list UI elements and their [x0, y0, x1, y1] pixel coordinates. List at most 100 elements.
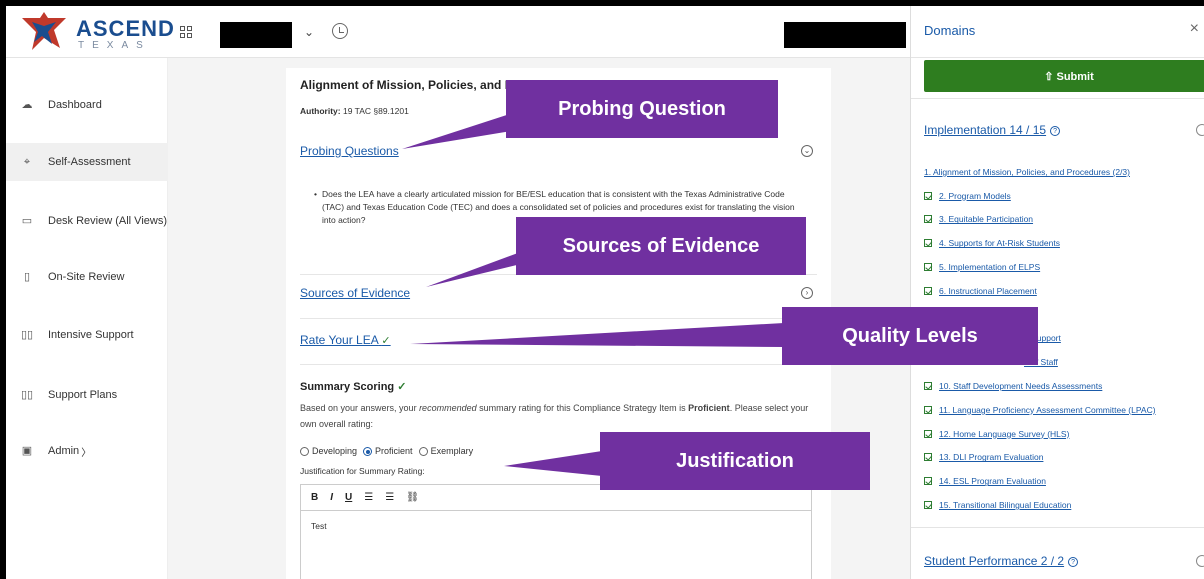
checkbox-icon [924, 263, 932, 272]
chevron-right-circle-icon[interactable]: › [801, 287, 813, 299]
domain-label: 5. Implementation of ELPS [939, 262, 1041, 273]
sidebar-item-dashboard[interactable]: ☁ Dashboard [6, 86, 168, 124]
domain-item[interactable]: 2. Program Models [924, 184, 1204, 208]
panel-header: Domains × [911, 6, 1204, 58]
section-implementation-link[interactable]: Implementation 14 / 15? [924, 123, 1061, 137]
domain-item[interactable]: 12. Home Language Survey (HLS) [924, 422, 1204, 446]
radio-label: Proficient [375, 446, 413, 456]
radio-exemplary[interactable]: Exemplary [418, 446, 474, 457]
expand-circle-icon[interactable] [1196, 555, 1204, 567]
clipboard-icon: ▯ [23, 271, 31, 283]
divider [300, 318, 817, 319]
checkbox-icon [924, 477, 932, 486]
domain-label: 13. DLI Program Evaluation [939, 452, 1044, 463]
sidebar-item-on-site-review[interactable]: ▯ On-Site Review [6, 258, 168, 296]
domain-item[interactable]: 3. Equitable Participation [924, 208, 1204, 232]
domain-item[interactable]: 14. ESL Program Evaluation [924, 469, 1204, 493]
rating-radio-group: Developing Proficient Exemplary [300, 446, 474, 457]
chevron-right-icon: 〉 [81, 447, 92, 459]
expand-circle-icon[interactable] [1196, 124, 1204, 136]
domain-label: 2. Program Models [939, 190, 1011, 201]
book-icon: ▯▯ [20, 329, 34, 341]
check-icon: ✓ [381, 335, 391, 347]
sidebar-item-intensive-support[interactable]: ▯▯ Intensive Support [6, 316, 168, 354]
sidebar: ☁ Dashboard ⌖ Self-Assessment ▭ Desk Rev… [6, 58, 168, 579]
callout-quality-levels: Quality Levels [782, 307, 1038, 365]
domain-item[interactable]: 13. DLI Program Evaluation [924, 446, 1204, 470]
sidebar-item-support-plans[interactable]: ▯▯ Support Plans [6, 376, 168, 414]
sidebar-item-label: Intensive Support [48, 329, 134, 341]
ascend-texas-logo[interactable]: ASCEND TEXAS [18, 12, 174, 52]
sidebar-item-desk-review[interactable]: ▭ Desk Review (All Views) [6, 202, 168, 240]
close-icon[interactable]: × [1190, 20, 1199, 38]
summary-text-emphasis: recommended [419, 403, 477, 413]
bold-button[interactable]: B [311, 492, 318, 503]
domain-label: 3. Equitable Participation [939, 214, 1034, 225]
radio-label: Developing [312, 446, 358, 456]
probing-questions-link[interactable]: Probing Questions [300, 144, 399, 158]
authority-label: Authority: [300, 106, 341, 116]
help-icon[interactable]: ? [1068, 556, 1079, 567]
italic-button[interactable]: I [330, 492, 333, 503]
domain-item[interactable]: 15. Transitional Bilingual Education [924, 493, 1204, 517]
domain-item[interactable]: 10. Staff Development Needs Assessments [924, 374, 1204, 398]
section-student-performance-link[interactable]: Student Performance 2 / 2? [924, 554, 1079, 568]
summary-title-text: Summary Scoring [300, 381, 395, 393]
top-bar: ASCEND TEXAS ⌄ [6, 6, 910, 58]
radio-label: Exemplary [430, 446, 474, 456]
checkbox-icon [924, 382, 932, 391]
summary-scoring-title: Summary Scoring ✓ [300, 380, 406, 393]
domain-item[interactable]: 4. Supports for At-Risk Students [924, 231, 1204, 255]
app-grid-icon[interactable] [180, 26, 192, 38]
logo-title: ASCEND [76, 16, 175, 41]
sidebar-item-label: Support Plans [48, 389, 118, 401]
chevron-down-icon[interactable]: ⌄ [304, 25, 314, 39]
monitor-icon: ▭ [21, 215, 33, 227]
clock-icon[interactable] [332, 23, 348, 39]
texas-star-icon [22, 12, 66, 50]
justification-editor[interactable]: B I U ☰ ☰ ⛓ Test [300, 484, 812, 579]
callout-sources-of-evidence: Sources of Evidence [516, 217, 806, 275]
authority-line: Authority: 19 TAC §89.1201 [300, 106, 409, 116]
domain-label: 1. Alignment of Mission, Policies, and P… [924, 166, 1130, 177]
domain-label: 14. ESL Program Evaluation [939, 476, 1046, 487]
checkbox-icon [924, 215, 932, 224]
divider [911, 98, 1204, 99]
redacted-selector[interactable] [220, 22, 292, 48]
domain-item[interactable]: 5. Implementation of ELPS [924, 255, 1204, 279]
authority-value: 19 TAC §89.1201 [342, 106, 409, 116]
checkbox-icon [924, 191, 932, 200]
rate-your-lea-link[interactable]: Rate Your LEA ✓ [300, 333, 391, 347]
radio-circle-selected[interactable] [363, 447, 373, 457]
justification-label: Justification for Summary Rating: [300, 466, 425, 476]
radio-circle[interactable] [418, 447, 428, 457]
cloud-icon: ☁ [21, 99, 33, 111]
callout-probing-question: Probing Question [506, 80, 778, 138]
underline-button[interactable]: U [345, 492, 352, 503]
ordered-list-button[interactable]: ☰ [364, 492, 373, 503]
editor-content[interactable]: Test [301, 511, 811, 541]
section-label: Student Performance 2 / 2 [924, 554, 1065, 568]
sidebar-item-label: Admin [48, 445, 80, 457]
summary-text-part: summary rating for this Compliance Strat… [476, 403, 689, 413]
sources-of-evidence-link[interactable]: Sources of Evidence [300, 286, 410, 300]
radio-proficient[interactable]: Proficient [363, 446, 413, 457]
link-button[interactable]: ⛓ [406, 492, 419, 503]
domain-item[interactable]: 11. Language Proficiency Assessment Comm… [924, 398, 1204, 422]
bullet-list-button[interactable]: ☰ [385, 492, 394, 503]
domain-item[interactable]: 6. Instructional Placement [924, 279, 1204, 303]
domain-item[interactable]: 1. Alignment of Mission, Policies, and P… [924, 160, 1204, 184]
sidebar-item-self-assessment[interactable]: ⌖ Self-Assessment [6, 143, 168, 181]
help-icon[interactable]: ? [1050, 125, 1061, 136]
domain-label: 6. Instructional Placement [939, 285, 1037, 296]
radio-developing[interactable]: Developing [300, 446, 358, 457]
chevron-down-circle-icon[interactable]: ⌄ [801, 145, 813, 157]
section-label: Implementation 14 / 15 [924, 123, 1047, 137]
sidebar-item-admin[interactable]: ▣ Admin 〉 [6, 432, 168, 470]
radio-circle[interactable] [300, 447, 309, 457]
strategy-card: Alignment of Mission, Policies, and Proc… [286, 68, 831, 579]
sidebar-item-label: Dashboard [48, 99, 102, 111]
rate-your-lea-label: Rate Your LEA [300, 333, 379, 347]
panel-title: Domains [924, 23, 976, 38]
submit-button[interactable]: ⇧ Submit [924, 60, 1204, 92]
